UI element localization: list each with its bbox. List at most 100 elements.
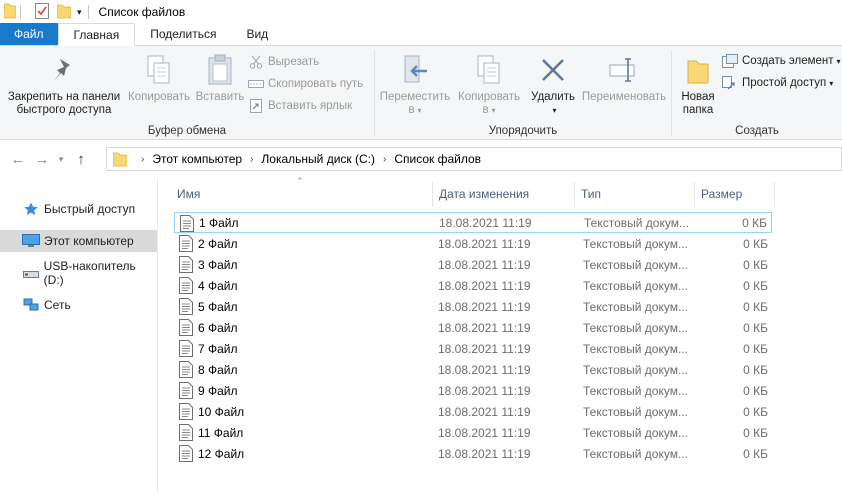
copy-button[interactable]: Копировать	[124, 52, 194, 104]
text-document-icon	[179, 340, 193, 357]
text-document-icon	[179, 319, 193, 336]
breadcrumb-chevron-icon[interactable]: ›	[250, 154, 253, 165]
new-folder-icon[interactable]	[56, 3, 72, 22]
clipboard-group: Закрепить на панели быстрого доступа Коп…	[0, 46, 374, 140]
new-item-label: Создать элемент	[742, 55, 834, 67]
file-row[interactable]: 1 Файл 18.08.2021 11:19 Текстовый докум...…	[174, 212, 772, 233]
file-type: Текстовый докум...	[583, 257, 688, 272]
file-row[interactable]: 10 Файл 18.08.2021 11:19 Текстовый докум..…	[174, 401, 772, 422]
delete-button[interactable]: Удалить ▾	[527, 52, 579, 117]
chevron-down-icon[interactable]: ▾	[530, 104, 579, 117]
column-header-date[interactable]: Дата изменения	[432, 178, 574, 210]
file-row[interactable]: 12 Файл 18.08.2021 11:19 Текстовый докум..…	[174, 443, 772, 464]
properties-icon[interactable]	[35, 2, 49, 22]
cut-button[interactable]: Вырезать	[248, 52, 319, 72]
address-bar[interactable]: › Этот компьютер › Локальный диск (C:) ›…	[106, 147, 842, 171]
column-header-size[interactable]: Размер	[694, 178, 774, 210]
file-type: Текстовый докум...	[583, 278, 688, 293]
file-name: 2 Файл	[198, 236, 238, 251]
file-row[interactable]: 8 Файл 18.08.2021 11:19 Текстовый докум...…	[174, 359, 772, 380]
text-document-icon	[179, 403, 193, 420]
nav-item-usb-drive[interactable]: USB-накопитель (D:)	[0, 259, 157, 287]
pin-quick-access-button[interactable]: Закрепить на панели быстрого доступа	[4, 52, 124, 117]
file-name: 11 Файл	[198, 425, 244, 440]
file-row[interactable]: 11 Файл 18.08.2021 11:19 Текстовый докум..…	[174, 422, 772, 443]
file-type: Текстовый докум...	[583, 320, 688, 335]
up-arrow-icon[interactable]: ↑	[68, 151, 94, 168]
create-group-label: Создать	[735, 125, 779, 137]
file-size: 0 КБ	[743, 320, 768, 335]
file-row[interactable]: 5 Файл 18.08.2021 11:19 Текстовый докум...…	[174, 296, 772, 317]
rename-label: Переименовать	[581, 91, 667, 103]
new-item-icon	[722, 53, 738, 69]
file-name: 10 Файл	[198, 404, 245, 419]
file-type: Текстовый докум...	[583, 404, 688, 419]
text-document-icon	[179, 445, 193, 462]
new-item-button[interactable]: Создать элемент ▾	[722, 51, 841, 71]
ribbon-tabs: Файл Главная Поделиться Вид	[0, 23, 842, 46]
file-size: 0 КБ	[743, 299, 768, 314]
usb-drive-icon	[22, 265, 40, 281]
file-row[interactable]: 2 Файл 18.08.2021 11:19 Текстовый докум...…	[174, 233, 772, 254]
text-document-icon	[179, 277, 193, 294]
file-row[interactable]: 9 Файл 18.08.2021 11:19 Текстовый докум...…	[174, 380, 772, 401]
paste-button[interactable]: Вставить	[194, 52, 246, 104]
file-row[interactable]: 7 Файл 18.08.2021 11:19 Текстовый докум...…	[174, 338, 772, 359]
new-folder-button[interactable]: Новая папка	[678, 52, 718, 117]
forward-arrow-icon[interactable]: →	[30, 151, 54, 168]
file-type: Текстовый докум...	[584, 215, 689, 230]
file-type: Текстовый докум...	[583, 341, 688, 356]
tab-share[interactable]: Поделиться	[135, 23, 231, 45]
file-row[interactable]: 4 Файл 18.08.2021 11:19 Текстовый докум...…	[174, 275, 772, 296]
file-type: Текстовый докум...	[583, 383, 688, 398]
file-date: 18.08.2021 11:19	[438, 341, 531, 356]
column-resize-handle[interactable]	[774, 182, 775, 206]
new-folder-label-line2: папка	[682, 104, 714, 116]
breadcrumb-chevron-icon[interactable]: ›	[141, 154, 144, 165]
file-date: 18.08.2021 11:19	[438, 362, 531, 377]
column-header-type[interactable]: Тип	[574, 178, 694, 210]
file-size: 0 КБ	[743, 341, 768, 356]
recent-locations-chevron-icon[interactable]: ▾	[54, 154, 68, 165]
copy-to-button[interactable]: Копировать в ▾	[453, 52, 525, 117]
paste-shortcut-icon	[248, 98, 264, 114]
file-date: 18.08.2021 11:19	[438, 425, 531, 440]
paste-shortcut-label: Вставить ярлык	[268, 100, 353, 112]
pin-label-line2: быстрого доступа	[16, 104, 112, 116]
nav-item-quick-access[interactable]: Быстрый доступ	[0, 198, 157, 220]
nav-item-network[interactable]: Сеть	[0, 294, 157, 316]
new-folder-icon	[678, 52, 718, 88]
tab-file[interactable]: Файл	[0, 23, 58, 45]
file-name: 3 Файл	[198, 257, 238, 272]
organize-group: Переместить в ▾ Копировать в ▾ Удалить ▾ П…	[375, 46, 671, 140]
clipboard-group-label: Буфер обмена	[147, 125, 227, 137]
breadcrumb-this-pc[interactable]: Этот компьютер	[152, 152, 242, 166]
paste-shortcut-button[interactable]: Вставить ярлык	[248, 96, 352, 116]
breadcrumb-current-folder[interactable]: Список файлов	[394, 152, 481, 166]
move-to-button[interactable]: Переместить в ▾	[379, 52, 451, 117]
folder-icon[interactable]	[3, 3, 17, 22]
file-date: 18.08.2021 11:19	[438, 278, 531, 293]
nav-item-this-pc[interactable]: Этот компьютер	[0, 230, 157, 252]
breadcrumb-local-disk[interactable]: Локальный диск (C:)	[261, 152, 375, 166]
nav-item-label: Сеть	[44, 298, 71, 312]
column-header-name[interactable]: Имя	[170, 178, 432, 210]
tab-view[interactable]: Вид	[231, 23, 283, 45]
breadcrumb-chevron-icon[interactable]: ›	[383, 154, 386, 165]
customize-toolbar-icon[interactable]: ▾	[77, 7, 82, 18]
text-document-icon	[179, 256, 193, 273]
file-type: Текстовый докум...	[583, 446, 688, 461]
file-size: 0 КБ	[743, 404, 768, 419]
text-document-icon	[179, 361, 193, 378]
cut-label: Вырезать	[268, 56, 320, 68]
back-arrow-icon[interactable]: ←	[6, 151, 30, 168]
copy-path-button[interactable]: Скопировать путь	[248, 74, 363, 94]
create-group: Новая папка Создать элемент ▾ Простой до…	[672, 46, 842, 140]
rename-button[interactable]: Переименовать	[579, 52, 669, 104]
file-date: 18.08.2021 11:19	[438, 257, 531, 272]
tab-home[interactable]: Главная	[57, 23, 136, 46]
easy-access-button[interactable]: Простой доступ ▾	[722, 73, 833, 93]
nav-item-label: Быстрый доступ	[44, 202, 136, 216]
file-row[interactable]: 6 Файл 18.08.2021 11:19 Текстовый докум...…	[174, 317, 772, 338]
file-row[interactable]: 3 Файл 18.08.2021 11:19 Текстовый докум...…	[174, 254, 772, 275]
